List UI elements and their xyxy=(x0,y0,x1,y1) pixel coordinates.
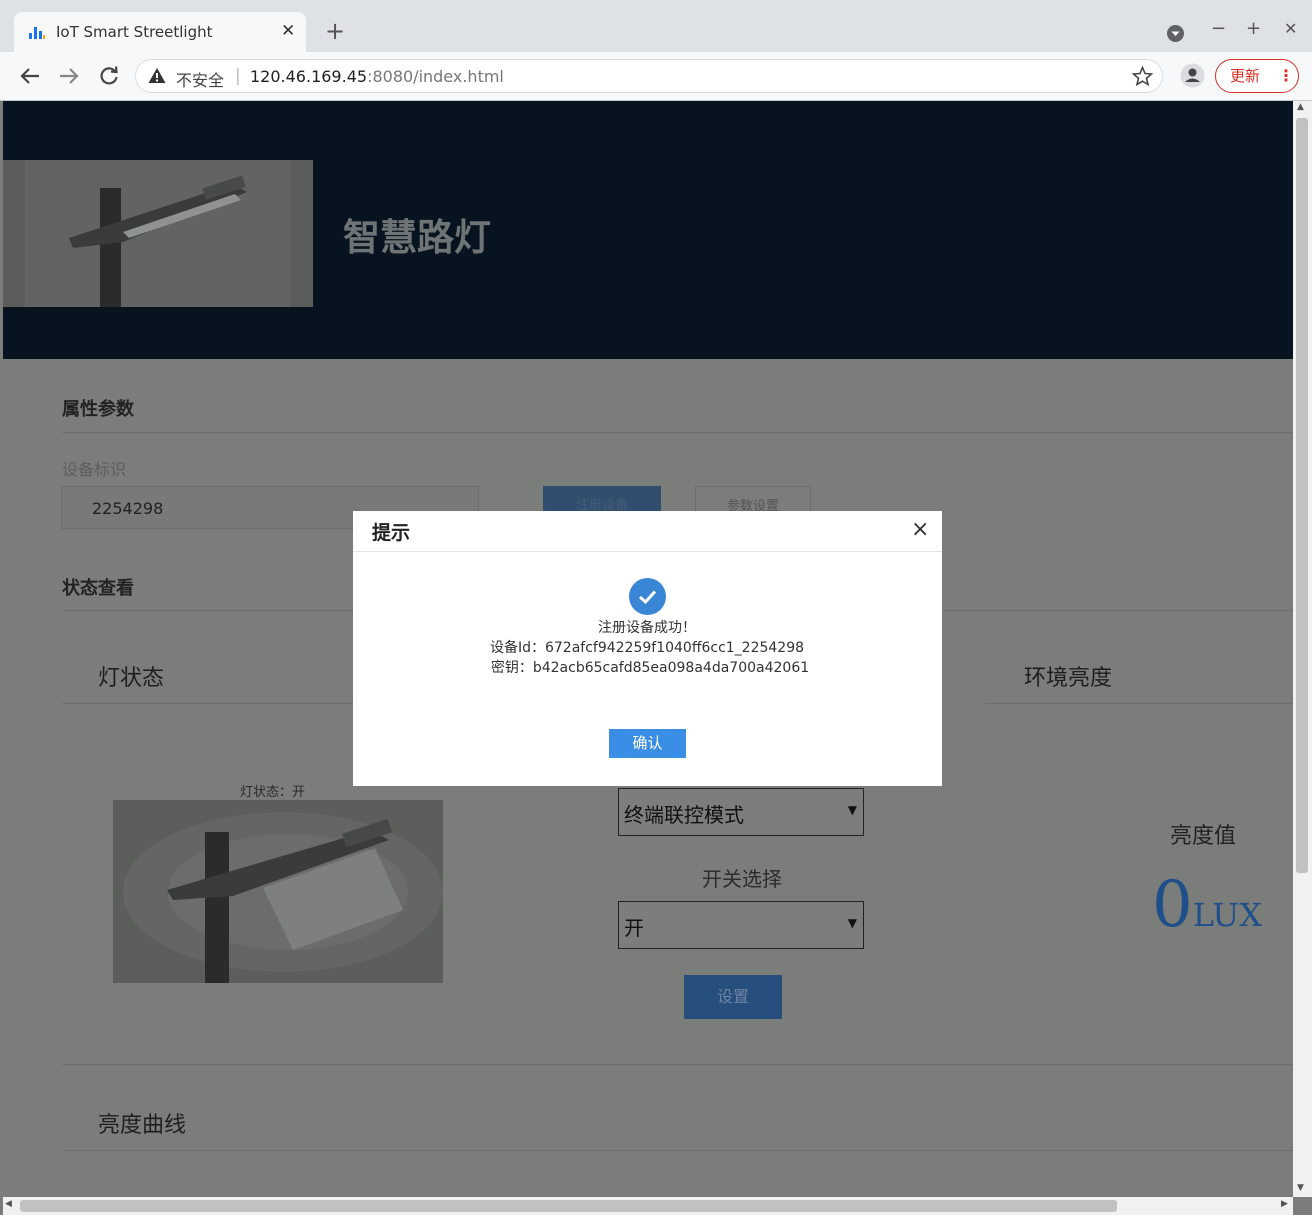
dialog-divider xyxy=(353,551,942,552)
chevron-down-icon: ▼ xyxy=(847,803,857,817)
lux-value: 0LUX xyxy=(1152,868,1262,942)
tab-close-icon[interactable]: ✕ xyxy=(281,21,295,41)
switch-label: 开关选择 xyxy=(702,867,782,891)
reload-icon[interactable] xyxy=(98,65,120,87)
scroll-left-icon[interactable]: ◀ xyxy=(5,1199,12,1209)
url-text[interactable]: 120.46.169.45:8080/index.html xyxy=(250,67,504,86)
window-close-button[interactable]: ✕ xyxy=(1284,19,1297,38)
section-title-properties: 属性参数 xyxy=(62,399,134,420)
mode-select-value: 终端联控模式 xyxy=(624,803,744,827)
url-host: 120.46.169.45 xyxy=(250,67,368,86)
divider xyxy=(985,703,1293,704)
device-id-label: 设备标识 xyxy=(62,460,127,479)
header-streetlight-image xyxy=(3,160,313,307)
close-icon[interactable]: × xyxy=(911,517,929,542)
lamp-status-text: 灯状态：开 xyxy=(240,785,306,800)
warning-icon[interactable] xyxy=(148,67,166,84)
security-label[interactable]: 不安全 xyxy=(176,67,224,91)
back-arrow-icon[interactable] xyxy=(19,66,41,86)
confirm-button[interactable]: 确认 xyxy=(609,729,686,758)
separator: | xyxy=(235,66,241,86)
lux-unit: LUX xyxy=(1192,896,1262,934)
dialog-secret: 密钥：b42acb65cafd85ea098a4da700a42061 xyxy=(490,660,810,676)
curve-title: 亮度曲线 xyxy=(98,1113,187,1138)
section-title-status: 状态查看 xyxy=(62,578,134,599)
bookmark-star-icon[interactable] xyxy=(1132,66,1153,86)
update-label: 更新 xyxy=(1230,67,1261,85)
forward-arrow-icon[interactable] xyxy=(58,66,80,86)
switch-select[interactable]: 开 ▼ xyxy=(618,901,864,949)
vertical-scroll-thumb[interactable] xyxy=(1296,118,1308,873)
divider xyxy=(62,1064,1293,1065)
update-button[interactable]: 更新 ⋮ xyxy=(1215,59,1299,93)
menu-kebab-icon[interactable]: ⋮ xyxy=(1278,60,1294,92)
dialog-message: 注册设备成功！ xyxy=(598,620,696,636)
success-check-icon xyxy=(629,578,666,615)
horizontal-scroll-thumb[interactable] xyxy=(20,1200,1117,1212)
lux-label: 亮度值 xyxy=(1170,824,1237,849)
set-button[interactable]: 设置 xyxy=(684,975,782,1019)
divider xyxy=(62,1150,1293,1151)
divider xyxy=(62,432,1293,433)
window-maximize-button[interactable]: + xyxy=(1246,18,1261,39)
scroll-right-icon[interactable]: ▶ xyxy=(1281,1199,1288,1209)
profile-dropdown-icon[interactable] xyxy=(1166,24,1185,43)
dialog-title: 提示 xyxy=(372,522,411,544)
switch-select-value: 开 xyxy=(624,916,644,940)
tab-title: IoT Smart Streetlight xyxy=(56,23,213,41)
site-title: 智慧路灯 xyxy=(343,216,491,259)
bar-chart-icon xyxy=(29,27,45,39)
new-tab-button[interactable]: + xyxy=(325,17,345,45)
chevron-down-icon: ▼ xyxy=(847,916,857,930)
url-path: :8080/index.html xyxy=(367,67,504,86)
mode-select[interactable]: 终端联控模式 ▼ xyxy=(618,788,864,836)
window-minimize-button[interactable]: − xyxy=(1211,18,1226,39)
scroll-up-icon[interactable]: ▲ xyxy=(1297,102,1304,112)
lux-number: 0 xyxy=(1152,868,1193,942)
scroll-down-icon[interactable]: ▼ xyxy=(1297,1183,1304,1193)
account-icon[interactable] xyxy=(1180,63,1205,88)
lamp-on-image xyxy=(113,800,443,983)
dialog-device-id: 设备Id：672afcf942259f1040ff6cc1_2254298 xyxy=(489,640,805,656)
